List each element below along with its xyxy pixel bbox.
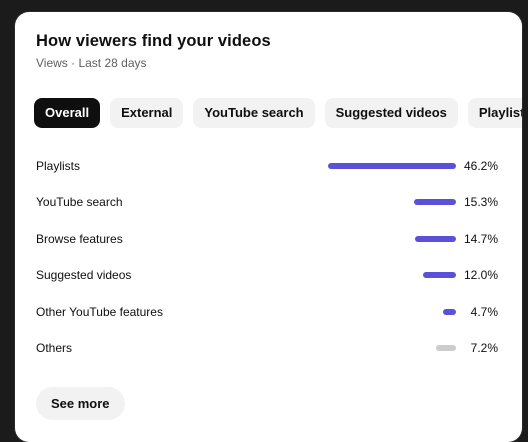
filter-chips: Overall External YouTube search Suggeste…	[34, 98, 522, 128]
row-label: Other YouTube features	[36, 304, 163, 319]
row-bar	[328, 163, 456, 169]
row-label: Browse features	[36, 231, 123, 246]
see-more-button[interactable]: See more	[36, 387, 125, 420]
traffic-source-row-youtube-search: YouTube search 15.3%	[36, 184, 498, 220]
tab-overall[interactable]: Overall	[34, 98, 101, 128]
row-bar	[414, 199, 456, 206]
tab-suggested-videos[interactable]: Suggested videos	[324, 98, 458, 128]
row-value: 4.7%	[470, 304, 498, 319]
traffic-source-row-others: Others 7.2%	[36, 330, 498, 366]
row-value: 14.7%	[463, 231, 498, 246]
row-value: 7.2%	[470, 340, 498, 355]
traffic-source-row-playlists: Playlists 46.2%	[36, 148, 498, 184]
row-label: Others	[36, 340, 73, 355]
tab-youtube-search[interactable]: YouTube search	[193, 98, 315, 128]
row-label: YouTube search	[36, 195, 123, 210]
card-title: How viewers find your videos	[36, 32, 271, 50]
traffic-source-row-suggested-videos: Suggested videos 12.0%	[36, 257, 498, 293]
row-bar	[423, 272, 456, 279]
row-label: Playlists	[36, 159, 81, 173]
row-bar	[443, 308, 456, 315]
row-bar	[415, 235, 456, 242]
row-value: 15.3%	[463, 195, 498, 210]
traffic-source-row-browse-features: Browse features 14.7%	[36, 221, 498, 257]
tab-external[interactable]: External	[110, 98, 184, 128]
row-value: 12.0%	[463, 268, 498, 283]
traffic-sources-card: How viewers find your videos Views · Las…	[15, 12, 522, 442]
row-label: Suggested videos	[36, 268, 132, 283]
row-value: 46.2%	[463, 159, 498, 173]
tab-playlists[interactable]: Playlists	[467, 98, 522, 128]
row-bar	[436, 344, 456, 351]
traffic-source-list: Playlists 46.2% YouTube search 15.3% Browse …	[36, 148, 498, 366]
card-subtitle: Views · Last 28 days	[36, 56, 147, 70]
traffic-source-row-other-youtube-features: Other YouTube features 4.7%	[36, 294, 498, 330]
